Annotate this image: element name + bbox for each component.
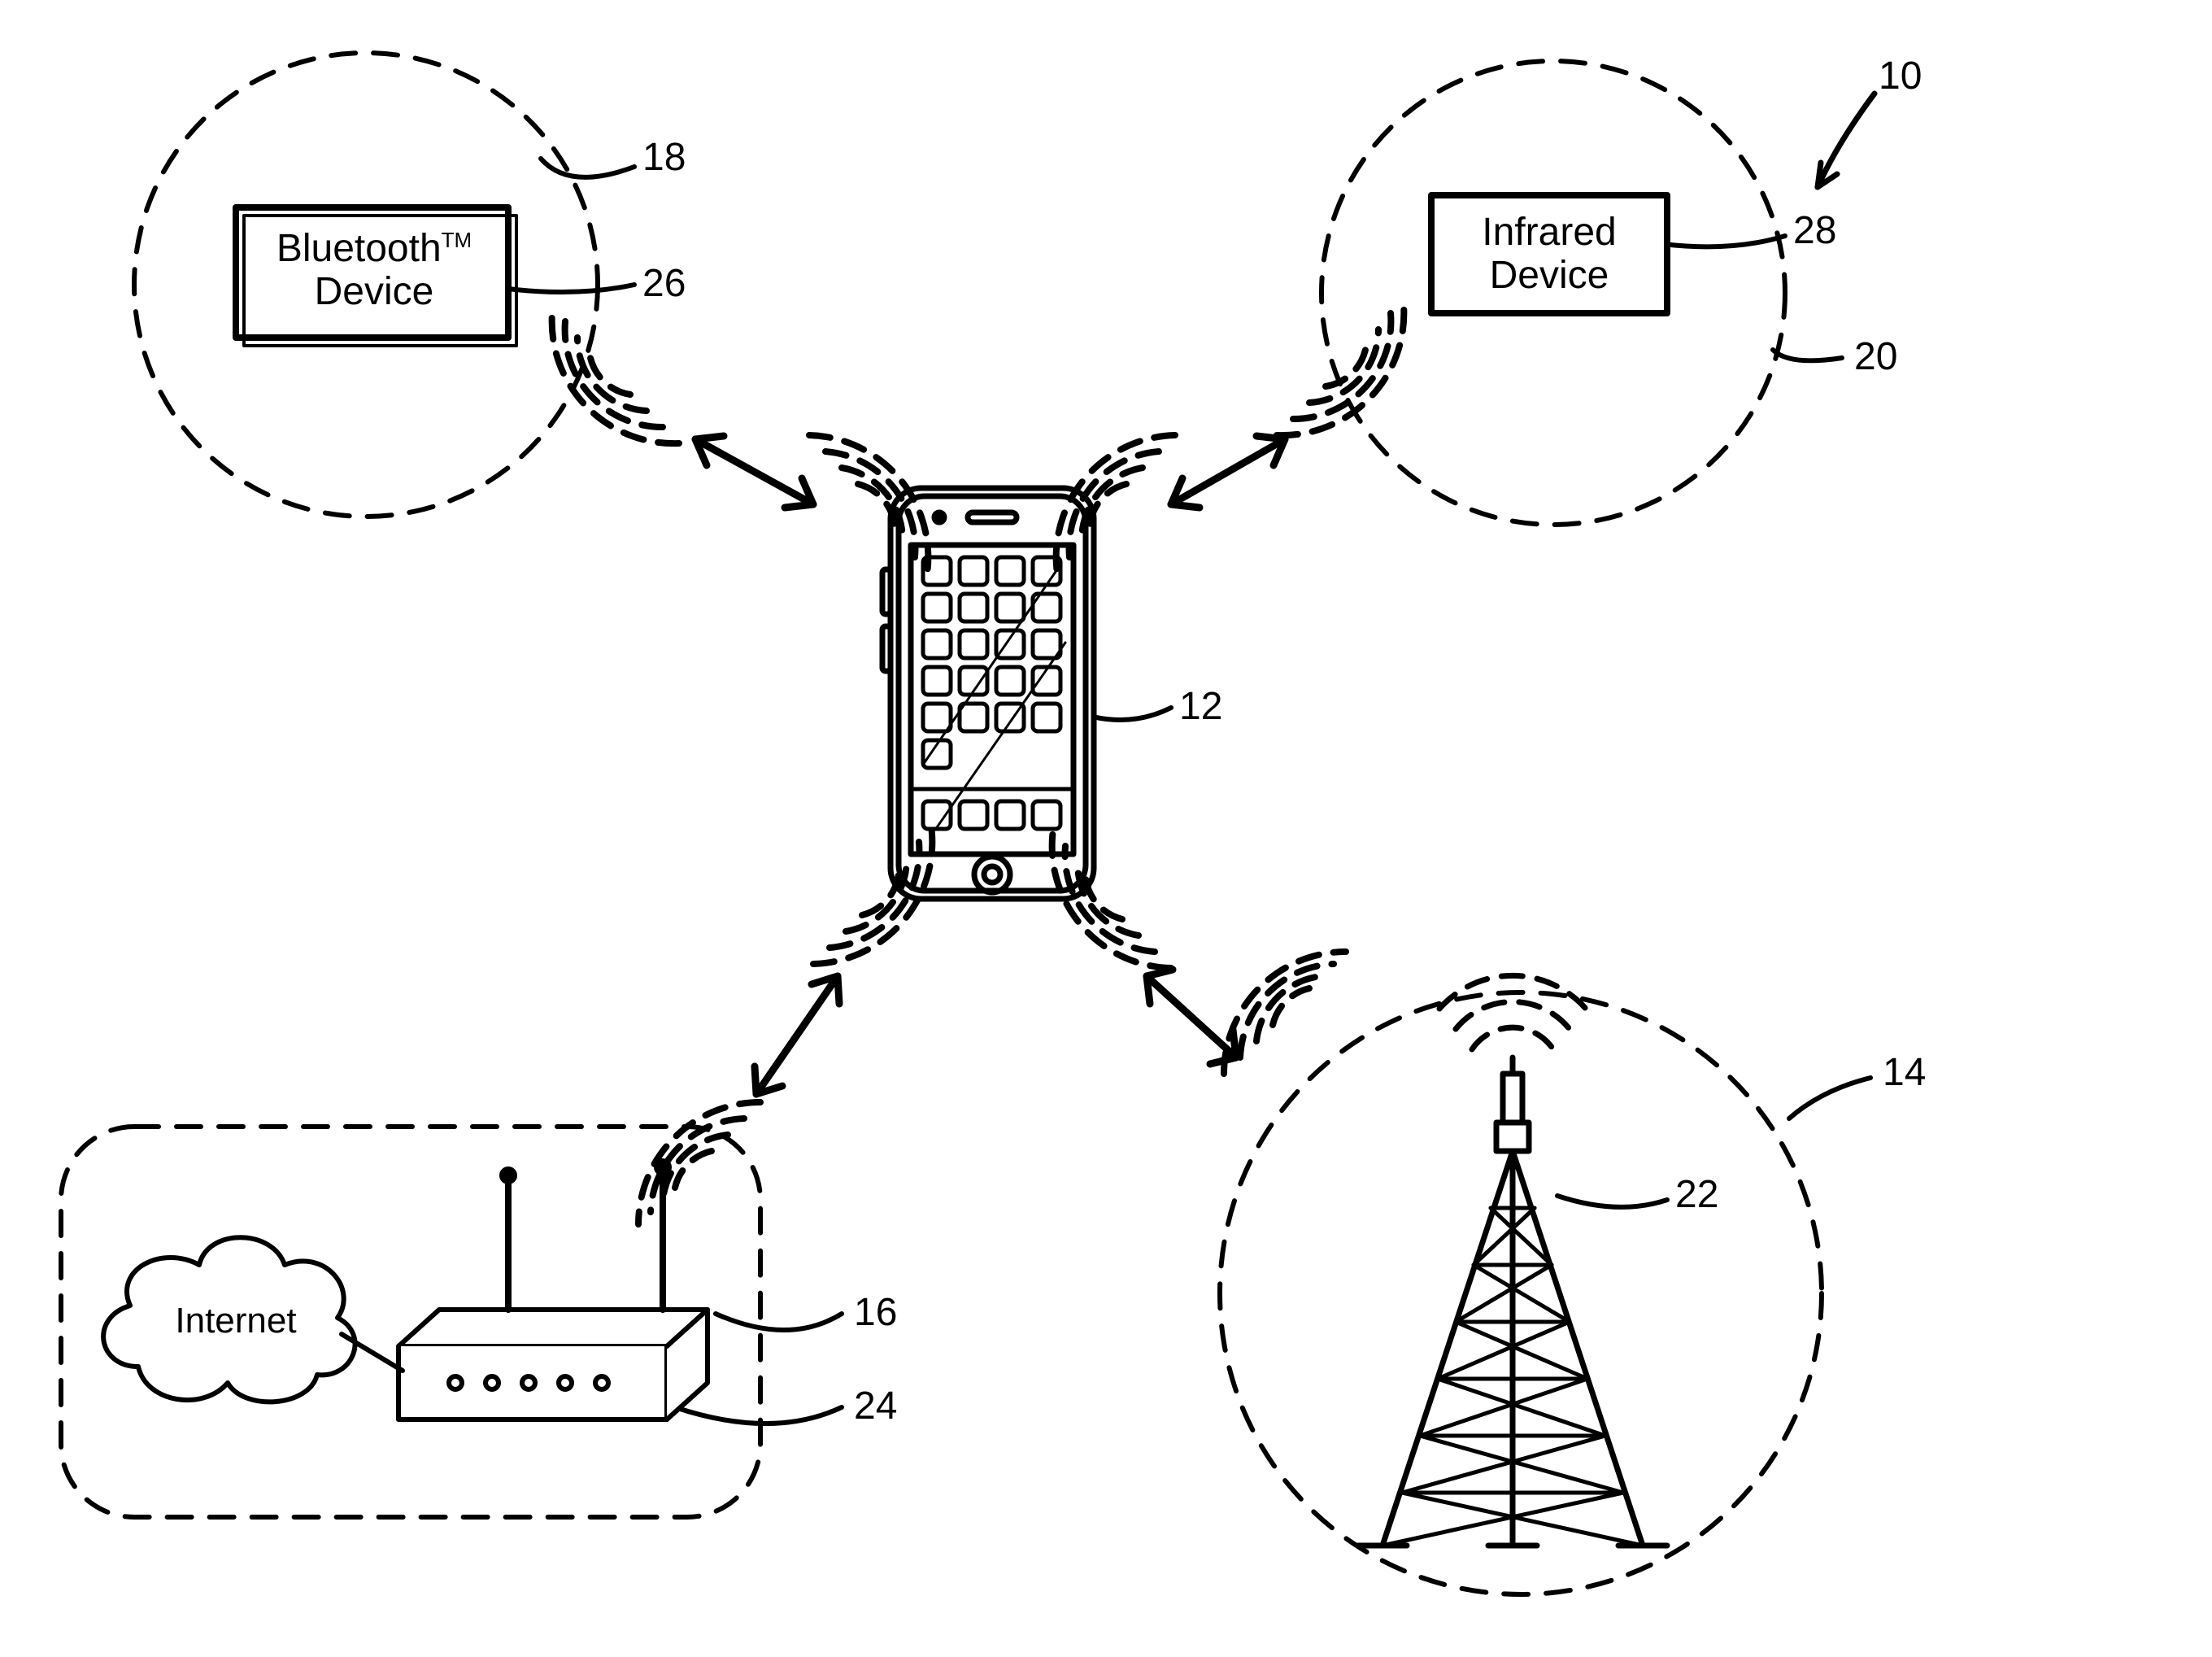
cell-tower [1358, 975, 1667, 1546]
ref-20: 20 [1854, 338, 1897, 377]
ref-26-leader [508, 285, 634, 292]
ref-22: 22 [1675, 1175, 1718, 1214]
ref-28-leader [1663, 236, 1785, 246]
ref-16: 16 [854, 1293, 897, 1332]
signal-wifi-to-phone [638, 1102, 760, 1224]
ref-24-leader [675, 1407, 842, 1424]
ref-20-leader [1773, 350, 1842, 360]
infrared-device-label: Infrared Device [1443, 211, 1655, 298]
ref-16-leader [716, 1314, 842, 1330]
bluetooth-text-line1: Bluetooth [276, 227, 442, 270]
infrared-text-line1: Infrared [1482, 211, 1616, 254]
ref-10-arrow [1818, 94, 1875, 187]
signal-bt-to-phone [552, 305, 679, 443]
ref-14-leader [1789, 1078, 1870, 1118]
ref-14: 14 [1883, 1053, 1926, 1092]
ref-10: 10 [1879, 57, 1922, 96]
internet-label: Internet [146, 1302, 325, 1341]
ref-22-leader [1557, 1196, 1667, 1207]
signal-ir-to-phone [1277, 297, 1404, 435]
ref-26: 26 [642, 264, 686, 303]
signal-cell-to-phone [1224, 952, 1346, 1074]
ref-18: 18 [642, 138, 686, 177]
bluetooth-text-line2: Device [315, 270, 434, 313]
infrared-text-line2: Device [1490, 254, 1609, 297]
router-icon [398, 1161, 708, 1419]
ref-24: 24 [854, 1387, 897, 1426]
ref-18-leader [541, 159, 634, 177]
bluetooth-tm: TM [442, 228, 472, 252]
ref-28: 28 [1793, 211, 1836, 251]
diagram-stage: BluetoothTM Device Infrared Device Inter… [0, 0, 2212, 1657]
bluetooth-device-label: BluetoothTM Device [248, 228, 500, 314]
ref-12: 12 [1179, 687, 1222, 726]
